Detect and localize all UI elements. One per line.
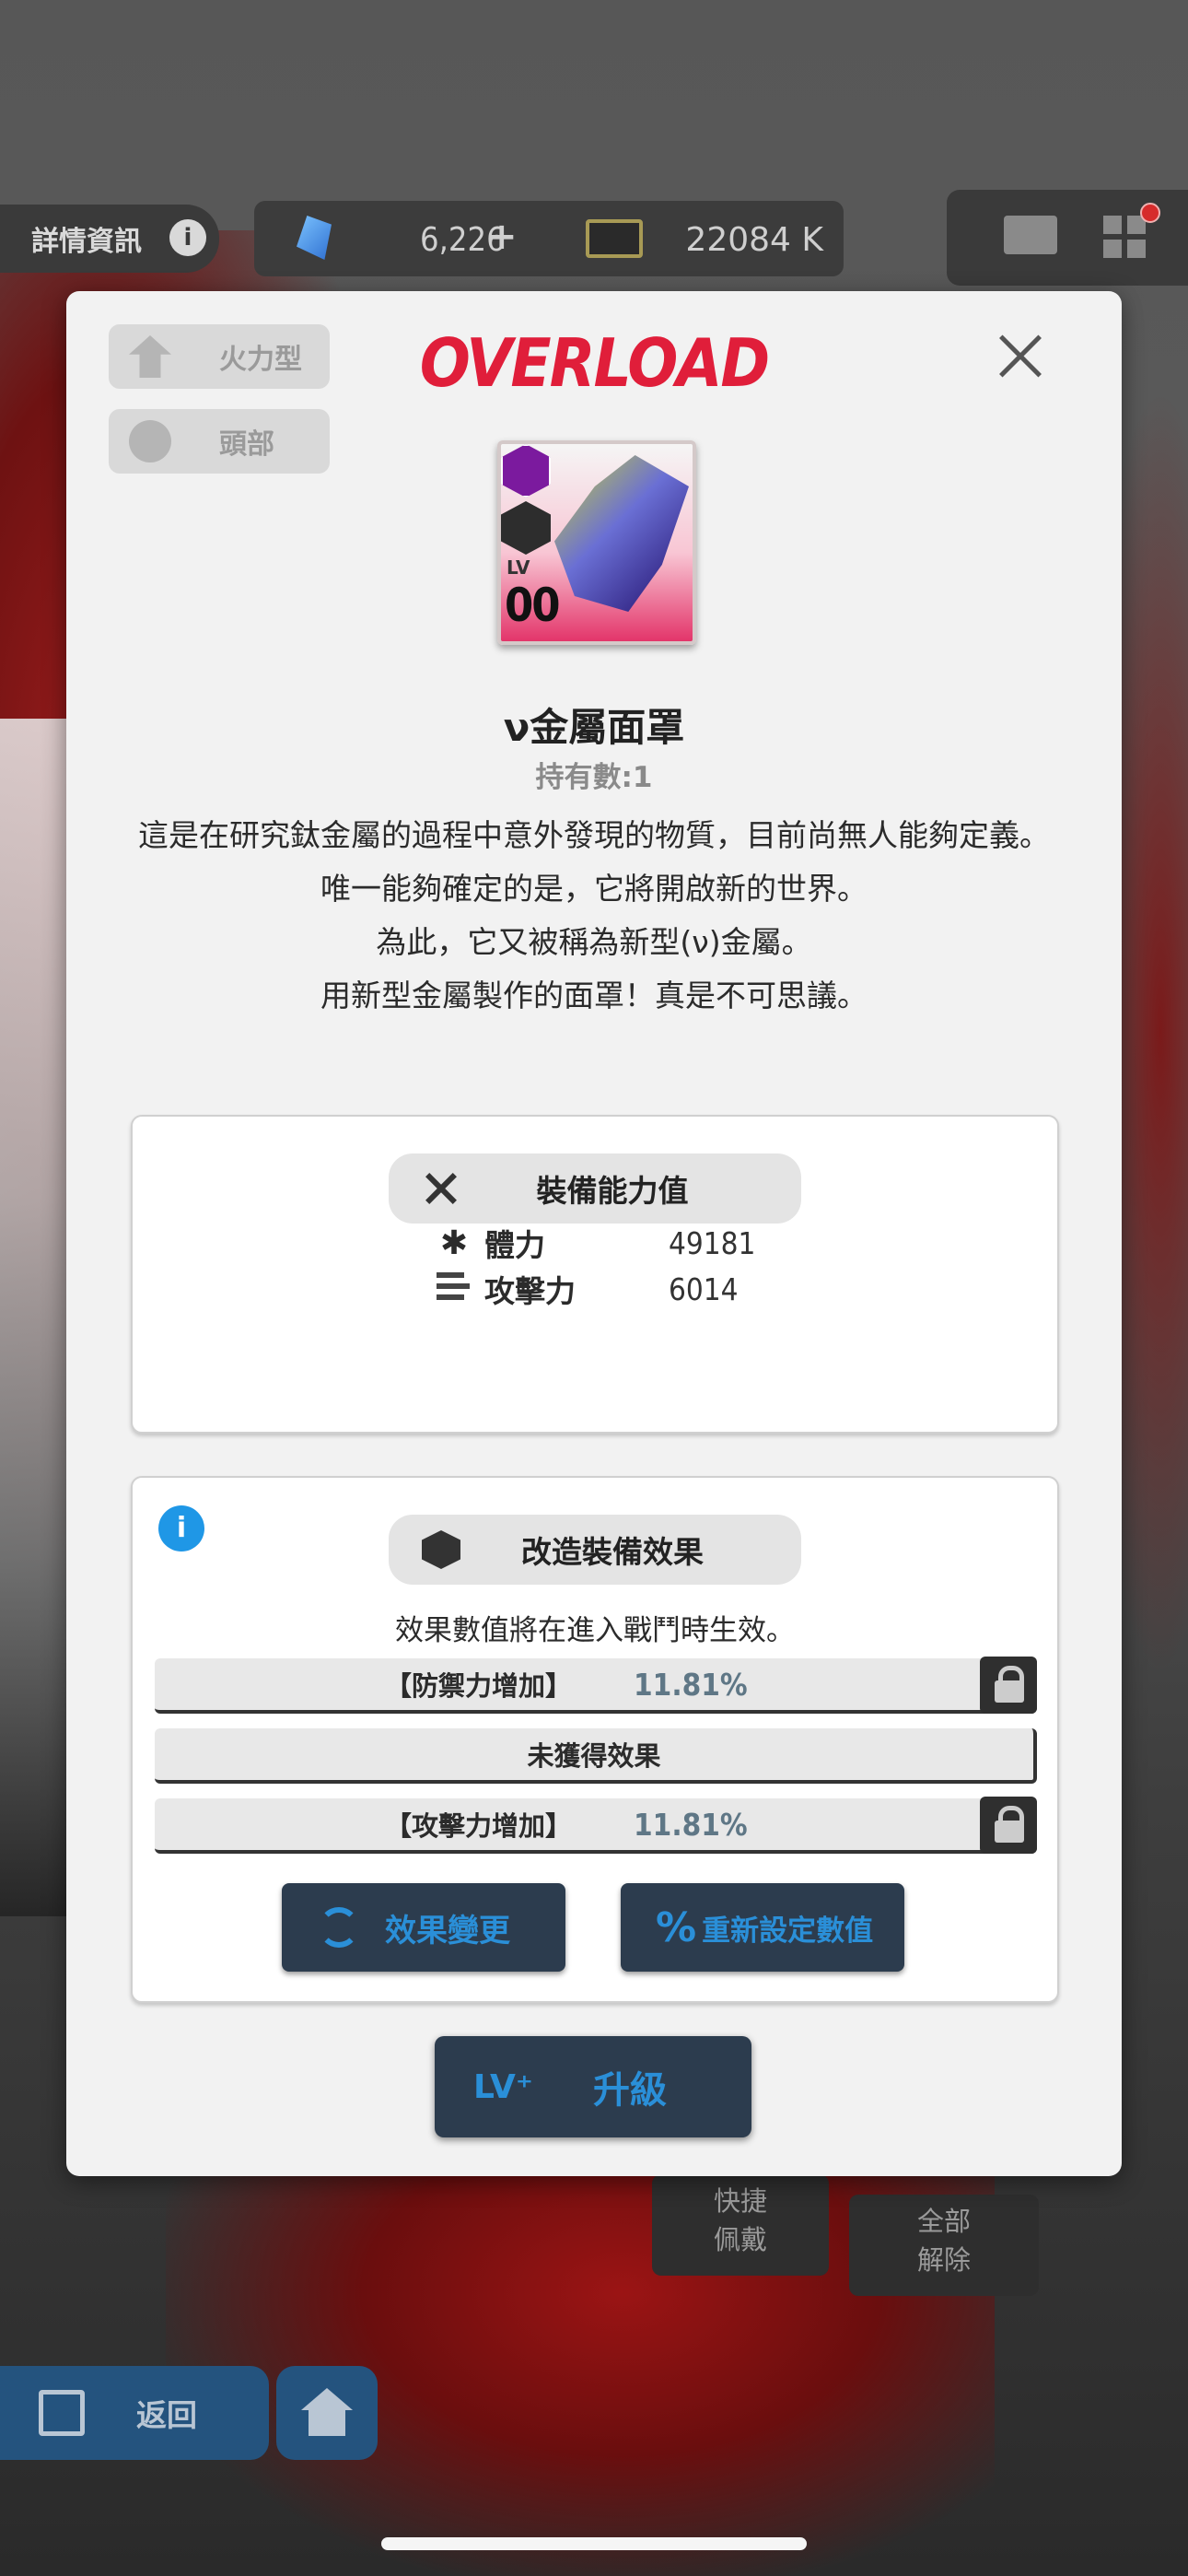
home-button[interactable]	[276, 2366, 378, 2460]
mod-panel-title: 改造裝備效果	[389, 1515, 801, 1585]
add-gems-button[interactable]: +	[486, 216, 518, 258]
upgrade-label: 升級	[593, 2069, 667, 2112]
mod-note: 效果數值將在進入戰鬥時生效。	[395, 1614, 795, 1647]
item-name: ν金屬面罩	[503, 705, 685, 750]
attack-label: 攻擊力	[484, 1273, 576, 1309]
effect-row[interactable]: 【攻擊力增加】 11.81%	[155, 1797, 1037, 1854]
back-label: 返回	[136, 2397, 197, 2433]
top-right-menu	[947, 190, 1188, 286]
rarity-badge-icon	[501, 444, 551, 498]
item-description: 這是在研究鈦金屬的過程中意外發現的物質，目前尚無人能夠定義。 唯一能夠確定的是，…	[131, 809, 1057, 1023]
attack-icon	[437, 1270, 472, 1308]
effect-name: 未獲得效果	[527, 1740, 661, 1772]
effect-value: 11.81%	[634, 1666, 748, 1703]
quick-wear-label: 佩戴	[713, 2224, 767, 2255]
hp-value: 49181	[669, 1224, 756, 1261]
reset-values-label: 重新設定數值	[702, 1914, 874, 1948]
refresh-icon	[319, 1907, 359, 1948]
stats-panel-title: 裝備能力值	[389, 1153, 801, 1224]
reset-values-button[interactable]: % 重新設定數值	[621, 1883, 904, 1972]
percent-icon: %	[656, 1903, 697, 1951]
detail-info-tab[interactable]: 詳情資訊 i	[0, 205, 219, 273]
close-icon[interactable]	[987, 324, 1052, 389]
gem-icon	[297, 216, 332, 260]
level-up-icon: LV⁺	[473, 2067, 533, 2106]
quick-wear-label: 快捷	[713, 2185, 767, 2217]
change-effect-label: 效果變更	[385, 1912, 510, 1950]
lock-icon[interactable]	[980, 1657, 1037, 1714]
description-line: 這是在研究鈦金屬的過程中意外發現的物質，目前尚無人能夠定義。	[138, 817, 1050, 853]
mail-icon[interactable]	[1004, 216, 1057, 254]
attack-stat-row: 攻擊力 6014	[437, 1266, 823, 1312]
home-indicator[interactable]	[381, 2537, 807, 2550]
mod-effects-panel: i 改造裝備效果 效果數值將在進入戰鬥時生效。 【防禦力增加】 11.81% 未…	[131, 1476, 1059, 2003]
effect-row[interactable]: 【防禦力增加】 11.81%	[155, 1657, 1037, 1714]
equipment-detail-modal: 火力型 頭部 OVERLOAD LV 00 ν金屬面罩 持有數:1 這是在研究鈦…	[66, 291, 1122, 2176]
cube-icon	[422, 1530, 460, 1569]
crossed-swords-icon	[422, 1169, 460, 1208]
exit-icon	[39, 2390, 85, 2436]
home-icon	[309, 2410, 345, 2436]
effect-name: 【防禦力增加】	[385, 1670, 573, 1702]
description-line: 為此，它又被稱為新型(ν)金屬。	[376, 924, 812, 960]
equipment-stats-panel: 裝備能力值 ✱ 體力 49181 攻擊力 6014	[131, 1115, 1059, 1434]
info-icon[interactable]: i	[169, 219, 206, 256]
effect-value: 11.81%	[634, 1806, 748, 1843]
upgrade-button[interactable]: LV⁺ 升級	[435, 2036, 751, 2137]
release-all-label: 解除	[916, 2244, 971, 2276]
release-all-button[interactable]: 全部 解除	[849, 2195, 1039, 2296]
mask-item-image	[554, 455, 689, 612]
attack-value: 6014	[669, 1270, 739, 1307]
hp-stat-row: ✱ 體力 49181	[437, 1220, 823, 1266]
slot-tag: 頭部	[109, 409, 330, 474]
item-card: LV 00	[497, 440, 696, 645]
credit-count: 22084 K	[685, 221, 823, 259]
level-label: LV	[507, 556, 530, 579]
currency-bar: 6,226 + 22084 K	[254, 201, 844, 276]
quick-wear-button[interactable]: 快捷 佩戴	[652, 2174, 829, 2276]
info-icon[interactable]: i	[158, 1505, 204, 1551]
lock-icon[interactable]	[980, 1797, 1037, 1854]
description-line: 唯一能夠確定的是，它將開啟新的世界。	[320, 871, 868, 907]
owned-count: 持有數:1	[535, 761, 653, 794]
notification-dot	[1140, 203, 1160, 223]
effect-name: 【攻擊力增加】	[385, 1810, 573, 1842]
release-all-label: 全部	[916, 2206, 971, 2237]
menu-grid-icon[interactable]	[1103, 216, 1146, 258]
level-value: 00	[505, 579, 561, 632]
hp-label: 體力	[484, 1227, 545, 1263]
detail-info-label: 詳情資訊	[31, 226, 142, 258]
slot-tag-label: 頭部	[219, 428, 274, 461]
description-line: 用新型金屬製作的面罩！真是不可思議。	[320, 978, 868, 1013]
hp-icon: ✱	[439, 1224, 469, 1262]
back-button[interactable]: 返回	[0, 2366, 269, 2460]
helmet-icon	[129, 420, 171, 463]
mod-title-label: 改造裝備效果	[521, 1534, 704, 1570]
home-icon	[301, 2388, 353, 2410]
overload-logo: OVERLOAD	[419, 324, 770, 402]
stats-title-label: 裝備能力值	[536, 1173, 689, 1209]
class-badge-icon	[501, 501, 551, 555]
change-effect-button[interactable]: 效果變更	[282, 1883, 565, 1972]
effect-row[interactable]: 未獲得效果	[155, 1728, 1037, 1784]
credit-card-icon	[586, 219, 643, 258]
